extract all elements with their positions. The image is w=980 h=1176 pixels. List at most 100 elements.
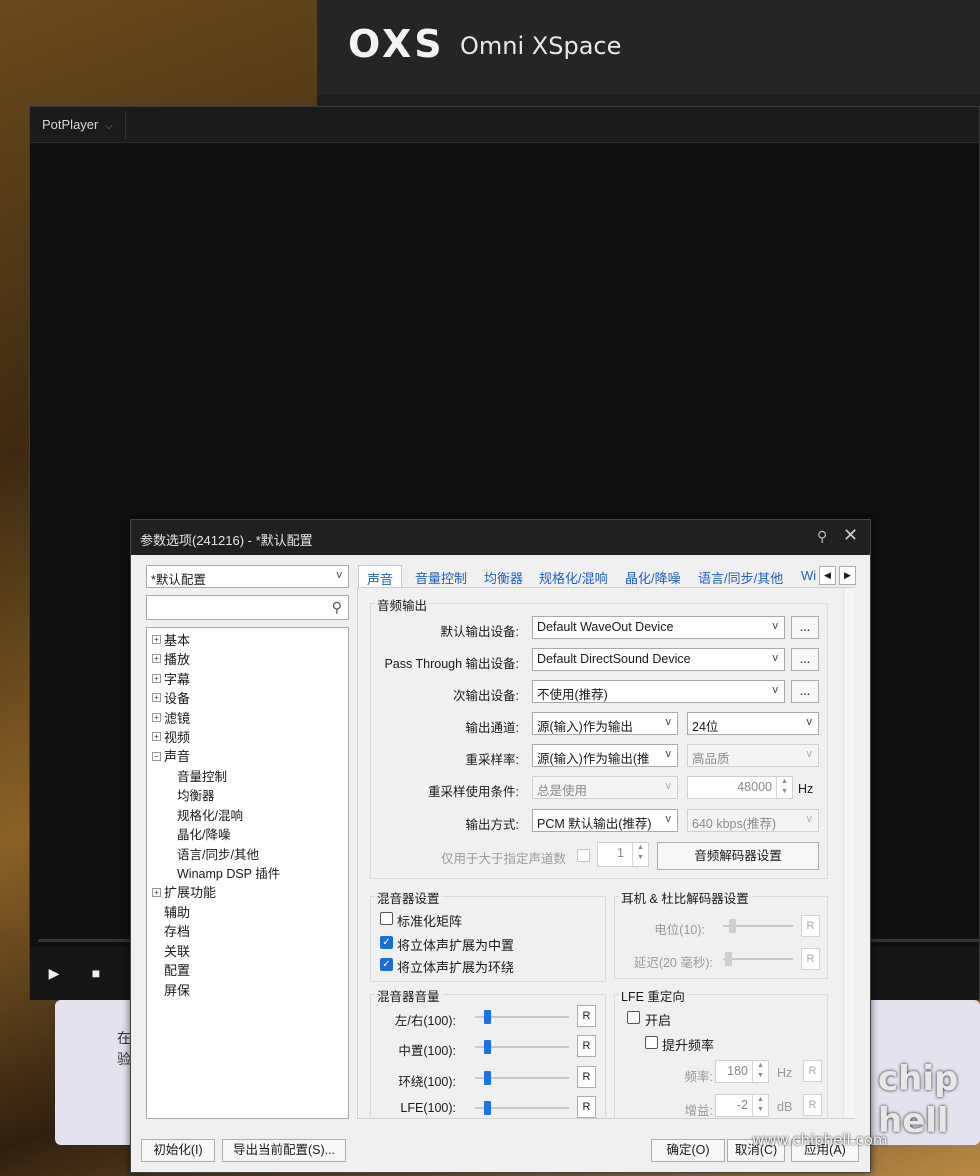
frequency-reset-button[interactable]: R [803, 1060, 822, 1082]
tree-item-winamp-dsp[interactable]: Winamp DSP 插件 [177, 863, 280, 882]
bitrate-select[interactable]: 640 kbps(推荐) v [687, 809, 819, 832]
level-reset-button[interactable]: R [801, 915, 820, 937]
quality-value: 高品质 [692, 752, 730, 766]
expand-icon[interactable]: + [152, 713, 161, 722]
output-channel-select[interactable]: 源(输入)作为输出 v [532, 712, 678, 735]
lfe-reset-button[interactable]: R [577, 1096, 596, 1118]
audio-decoder-settings-button[interactable]: 音频解码器设置 [657, 842, 819, 870]
potplayer-menu-button[interactable]: PotPlayer ⌵ [34, 111, 126, 139]
secondary-device-select[interactable]: 不使用(推荐) v [532, 680, 785, 703]
search-input[interactable]: ⚲ [146, 595, 349, 620]
gain-spinner[interactable]: -2 ▲ ▼ [715, 1094, 769, 1117]
tab-normalize[interactable]: 规格化/混响 [539, 565, 608, 587]
lfe-enable-checkbox[interactable] [627, 1011, 640, 1024]
secondary-device-value: 不使用(推荐) [537, 688, 608, 702]
expand-icon[interactable]: + [152, 888, 161, 897]
tree-item-volume[interactable]: 音量控制 [177, 766, 227, 785]
frequency-spinner[interactable]: 180 ▲ ▼ [715, 1060, 769, 1083]
tab-language[interactable]: 语言/同步/其他 [698, 565, 783, 587]
left-right-slider[interactable] [475, 1010, 569, 1024]
tree-item-normalize[interactable]: 规格化/混响 [177, 805, 243, 824]
tree-item-basic[interactable]: 基本 [164, 630, 190, 649]
panel-scrollbar[interactable] [843, 588, 855, 1118]
tab-crystalize[interactable]: 晶化/降噪 [625, 565, 681, 587]
gain-label: 增益: [684, 1104, 713, 1118]
tab-overflow[interactable]: Wi [801, 565, 816, 587]
expand-icon[interactable]: + [152, 654, 161, 663]
delay-slider[interactable] [723, 952, 793, 966]
ok-button[interactable]: 确定(O) [651, 1139, 725, 1162]
passthrough-more-button[interactable]: ... [791, 648, 819, 671]
volume-row-label: 中置(100): [398, 1044, 456, 1058]
normalize-matrix-checkbox[interactable] [380, 912, 393, 925]
watermark-site: www.chiphell.com [752, 1131, 888, 1149]
default-device-more-button[interactable]: ... [791, 616, 819, 639]
tree-item-filter[interactable]: 滤镜 [164, 708, 190, 727]
close-icon[interactable]: ✕ [843, 525, 858, 546]
tree-item-equalizer[interactable]: 均衡器 [177, 785, 215, 804]
secondary-device-more-button[interactable]: ... [791, 680, 819, 703]
default-device-select[interactable]: Default WaveOut Device v [532, 616, 785, 639]
stereo-center-checkbox[interactable]: ✓ [380, 936, 393, 949]
tree-item-assist[interactable]: 辅助 [164, 902, 190, 921]
tree-item-audio[interactable]: 声音 [164, 746, 190, 765]
stereo-surround-label: 将立体声扩展为环绕 [397, 960, 515, 975]
surround-slider[interactable] [475, 1071, 569, 1085]
gain-reset-button[interactable]: R [803, 1094, 822, 1116]
tab-scroll-left-icon[interactable]: ◀ [819, 566, 836, 585]
output-channel-label: 输出通道: [465, 721, 519, 735]
expand-icon[interactable]: + [152, 693, 161, 702]
tab-scroll-right-icon[interactable]: ▶ [839, 566, 856, 585]
tree-item-video[interactable]: 视频 [164, 727, 190, 746]
left-right-reset-button[interactable]: R [577, 1005, 596, 1027]
bit-depth-select[interactable]: 24位 v [687, 712, 819, 735]
profile-select[interactable]: *默认配置 v [146, 565, 349, 588]
bit-depth-value: 24位 [692, 720, 719, 734]
tree-item-language[interactable]: 语言/同步/其他 [177, 844, 259, 863]
spinner-arrows-icon[interactable]: ▲ ▼ [752, 1095, 768, 1116]
passthrough-select[interactable]: Default DirectSound Device v [532, 648, 785, 671]
expand-icon[interactable]: + [152, 635, 161, 644]
tree-item-device[interactable]: 设备 [164, 688, 190, 707]
spinner-arrows-icon[interactable]: ▲ ▼ [776, 777, 792, 798]
spinner-arrows-icon[interactable]: ▲ ▼ [632, 843, 648, 866]
tree-item-crystalize[interactable]: 晶化/降噪 [177, 824, 230, 843]
lfe-slider[interactable] [475, 1101, 569, 1115]
channels-only-checkbox[interactable] [577, 849, 590, 862]
tab-audio[interactable]: 声音 [358, 565, 403, 587]
tree-item-screensaver[interactable]: 屏保 [164, 980, 190, 999]
center-slider[interactable] [475, 1040, 569, 1054]
spinner-arrows-icon[interactable]: ▲ ▼ [752, 1061, 768, 1082]
tab-equalizer[interactable]: 均衡器 [484, 565, 523, 587]
tab-volume[interactable]: 音量控制 [415, 565, 467, 587]
resample-condition-select[interactable]: 总是使用 v [532, 776, 678, 799]
collapse-icon[interactable]: − [152, 752, 161, 761]
stereo-surround-checkbox[interactable]: ✓ [380, 958, 393, 971]
expand-icon[interactable]: + [152, 732, 161, 741]
channels-spinner[interactable]: 1 ▲ ▼ [597, 842, 649, 867]
tree-item-association[interactable]: 关联 [164, 941, 190, 960]
delay-reset-button[interactable]: R [801, 948, 820, 970]
samplerate-spinner[interactable]: 48000 ▲ ▼ [687, 776, 793, 799]
export-config-button[interactable]: 导出当前配置(S)... [222, 1139, 346, 1162]
tree-item-playback[interactable]: 播放 [164, 649, 190, 668]
center-reset-button[interactable]: R [577, 1035, 596, 1057]
stop-icon[interactable]: ■ [82, 959, 110, 987]
level-slider[interactable] [723, 919, 793, 933]
boost-frequency-checkbox[interactable] [645, 1036, 658, 1049]
output-mode-select[interactable]: PCM 默认输出(推荐) v [532, 809, 678, 832]
quality-select[interactable]: 高品质 v [687, 744, 819, 767]
tree-item-extensions[interactable]: 扩展功能 [164, 882, 216, 901]
pin-icon[interactable]: ⚲ [817, 528, 827, 545]
chevron-down-icon: v [772, 652, 779, 664]
expand-icon[interactable]: + [152, 674, 161, 683]
tree-item-subtitle[interactable]: 字幕 [164, 669, 190, 688]
tree-item-archive[interactable]: 存档 [164, 921, 190, 940]
play-icon[interactable]: ▶ [40, 959, 68, 987]
resample-select[interactable]: 源(输入)作为输出(推 v [532, 744, 678, 767]
tree-item-config[interactable]: 配置 [164, 960, 190, 979]
watermark-logo: chip hell [878, 1058, 958, 1142]
initialize-button[interactable]: 初始化(I) [141, 1139, 215, 1162]
chevron-down-icon: v [665, 813, 672, 825]
surround-reset-button[interactable]: R [577, 1066, 596, 1088]
